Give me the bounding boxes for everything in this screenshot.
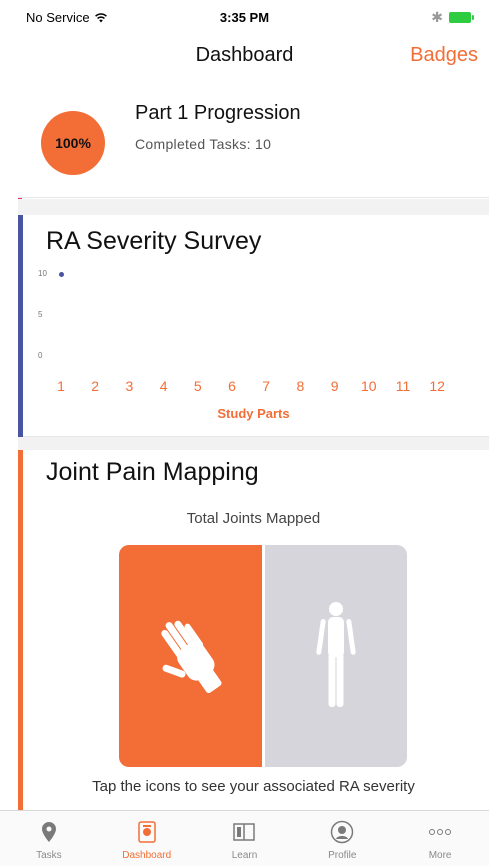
x-tick-label: 7	[262, 378, 271, 394]
tab-more[interactable]: More	[391, 811, 489, 866]
tab-label: Profile	[328, 850, 357, 861]
x-tick-label: 10	[361, 378, 377, 394]
progress-circle: 100%	[41, 111, 105, 175]
survey-accent-bar	[18, 215, 23, 437]
x-tick-label: 5	[193, 378, 202, 394]
status-time: 3:35 PM	[219, 10, 270, 25]
tab-label: Tasks	[36, 850, 62, 861]
tab-label: Learn	[231, 850, 258, 861]
book-icon	[231, 819, 257, 845]
hand-button[interactable]	[119, 545, 262, 767]
tab-bar: Tasks Dashboard Learn Profile More	[0, 810, 489, 866]
progress-card[interactable]: 100% Part 1 Progression Completed Tasks:…	[18, 86, 489, 198]
x-axis-label: Study Parts	[217, 406, 290, 421]
joint-hint-text: Tap the icons to see your associated RA …	[92, 778, 415, 795]
tab-tasks[interactable]: Tasks	[0, 811, 98, 866]
tab-dashboard[interactable]: Dashboard	[98, 811, 196, 866]
x-tick-label: 12	[429, 378, 445, 394]
y-tick-label: 5	[38, 310, 43, 319]
x-tick-label: 4	[159, 378, 168, 394]
hand-icon	[160, 620, 222, 693]
navigation-bar: Dashboard Badges	[0, 36, 489, 76]
progress-title: Part 1 Progression	[135, 102, 301, 124]
tab-profile[interactable]: Profile	[293, 811, 391, 866]
survey-card[interactable]: RA Severity Survey 10 5 0 1 2 3 4 5 6 7 8 9 10 11 12 St…	[18, 215, 489, 437]
survey-title: RA Severity Survey	[46, 227, 262, 255]
y-tick-label: 10	[38, 269, 47, 278]
x-tick-label: 1	[57, 378, 65, 394]
x-axis-ticks: 1 2 3 4 5 6 7 8 9 10 11 12	[18, 378, 489, 396]
tab-label: More	[428, 850, 452, 861]
bluetooth-icon: ✱	[431, 9, 443, 25]
data-point	[58, 271, 64, 277]
joints-mapped-label: Total Joints Mapped	[186, 510, 321, 527]
x-tick-label: 11	[395, 378, 411, 394]
tab-label: Dashboard	[122, 850, 172, 861]
tab-learn[interactable]: Learn	[196, 811, 294, 866]
y-tick-label: 0	[38, 351, 43, 360]
x-tick-label: 8	[296, 378, 305, 394]
x-tick-label: 9	[330, 378, 339, 394]
human-body-icon	[316, 602, 356, 707]
x-tick-label: 6	[228, 378, 236, 394]
completed-tasks-label: Completed Tasks: 10	[135, 136, 272, 152]
joint-pain-card: Joint Pain Mapping Total Joints Mapped T…	[18, 450, 489, 810]
x-tick-label: 3	[125, 378, 134, 394]
badges-button[interactable]: Badges	[410, 44, 478, 67]
status-bar: No Service 3:35 PM ✱	[0, 0, 489, 36]
status-right: ✱	[431, 9, 474, 26]
body-button[interactable]	[265, 545, 407, 767]
battery-icon	[449, 12, 474, 23]
joint-accent-bar	[18, 450, 23, 810]
card-gap	[18, 437, 489, 450]
profile-icon	[329, 819, 355, 845]
joint-selector	[119, 545, 407, 767]
dashboard-icon	[134, 819, 160, 845]
card-gap	[18, 199, 489, 215]
x-tick-label: 2	[91, 378, 100, 394]
more-icon	[427, 819, 453, 845]
location-pin-icon	[36, 819, 62, 845]
joint-title: Joint Pain Mapping	[46, 458, 259, 486]
